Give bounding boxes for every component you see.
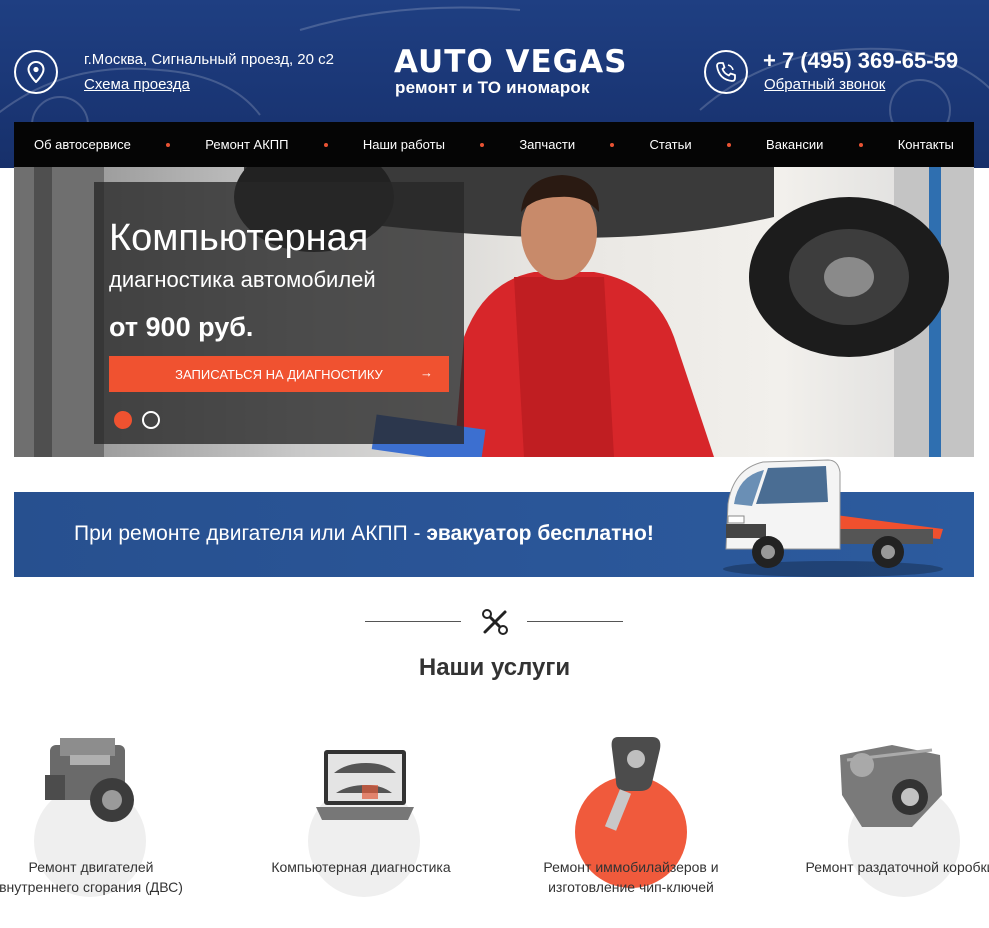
hero-subtitle: диагностика автомобилей xyxy=(109,267,376,292)
phone-number[interactable]: + 7 (495) 369-65-59 xyxy=(763,48,958,74)
slider-dot-1[interactable] xyxy=(114,411,132,429)
book-diagnostics-button[interactable]: ЗАПИСАТЬСЯ НА ДИАГНОСТИКУ → xyxy=(109,356,449,392)
tow-truck-image xyxy=(723,459,943,577)
book-diagnostics-button-label: ЗАПИСАТЬСЯ НА ДИАГНОСТИКУ xyxy=(175,366,383,382)
main-nav: Об автосервисе Ремонт АКПП Наши работы З… xyxy=(14,122,974,167)
section-divider-left xyxy=(365,621,461,622)
nav-item-our-works[interactable]: Наши работы xyxy=(363,137,445,152)
nav-item-about[interactable]: Об автосервисе xyxy=(34,137,131,152)
banner-text-normal: При ремонте двигателя или АКПП - xyxy=(74,522,427,545)
nav-item-parts[interactable]: Запчасти xyxy=(519,137,575,152)
section-divider-right xyxy=(527,621,623,622)
banner-text-bold: эвакуатор бесплатно! xyxy=(426,522,654,545)
hero-price: от 900 руб. xyxy=(109,312,254,342)
nav-separator-dot xyxy=(858,142,863,147)
service-label-immobilizer: Ремонт иммобилайзеров и изготовление чип… xyxy=(543,859,719,895)
slider-dot-2[interactable] xyxy=(142,411,160,429)
nav-item-akpp-repair[interactable]: Ремонт АКПП xyxy=(205,137,288,152)
hero-slider: Компьютерная диагностика автомобилей от … xyxy=(14,167,974,457)
location-pin-icon xyxy=(14,50,58,94)
address-text: г.Москва, Сигнальный проезд, 20 с2 xyxy=(84,51,334,68)
logo-subtitle: ремонт и ТО иномарок xyxy=(395,78,590,97)
callback-link[interactable]: Обратный звонок xyxy=(764,76,885,93)
transfer-case-image xyxy=(840,745,942,827)
nav-item-articles[interactable]: Статьи xyxy=(650,137,692,152)
chip-key-image xyxy=(604,737,661,831)
nav-separator-dot xyxy=(726,142,731,147)
nav-separator-dot xyxy=(610,142,615,147)
nav-separator-dot xyxy=(480,142,485,147)
service-label-transfer-case: Ремонт раздаточной коробки xyxy=(805,859,989,875)
wrench-screwdriver-icon xyxy=(482,609,508,635)
nav-item-vacancies[interactable]: Вакансии xyxy=(766,137,823,152)
hero-title: Компьютерная xyxy=(109,217,369,259)
service-label-diagnostics: Компьютерная диагностика xyxy=(271,859,451,875)
slider-dots xyxy=(114,411,160,429)
banner-text: При ремонте двигателя или АКПП - эвакуат… xyxy=(74,522,654,546)
arrow-right-icon: → xyxy=(420,365,433,380)
phone-icon xyxy=(704,50,748,94)
service-label-engine: Ремонт двигателей внутреннего сгорания (… xyxy=(0,859,183,895)
laptop-image xyxy=(316,750,414,820)
nav-separator-dot xyxy=(166,142,171,147)
nav-separator-dot xyxy=(323,142,328,147)
route-map-link[interactable]: Схема проезда xyxy=(84,76,190,93)
services-title: Наши услуги xyxy=(418,654,571,681)
engine-image xyxy=(45,738,134,822)
nav-item-contacts[interactable]: Контакты xyxy=(898,137,954,152)
logo-title[interactable]: AUTO VEGAS xyxy=(394,44,627,80)
